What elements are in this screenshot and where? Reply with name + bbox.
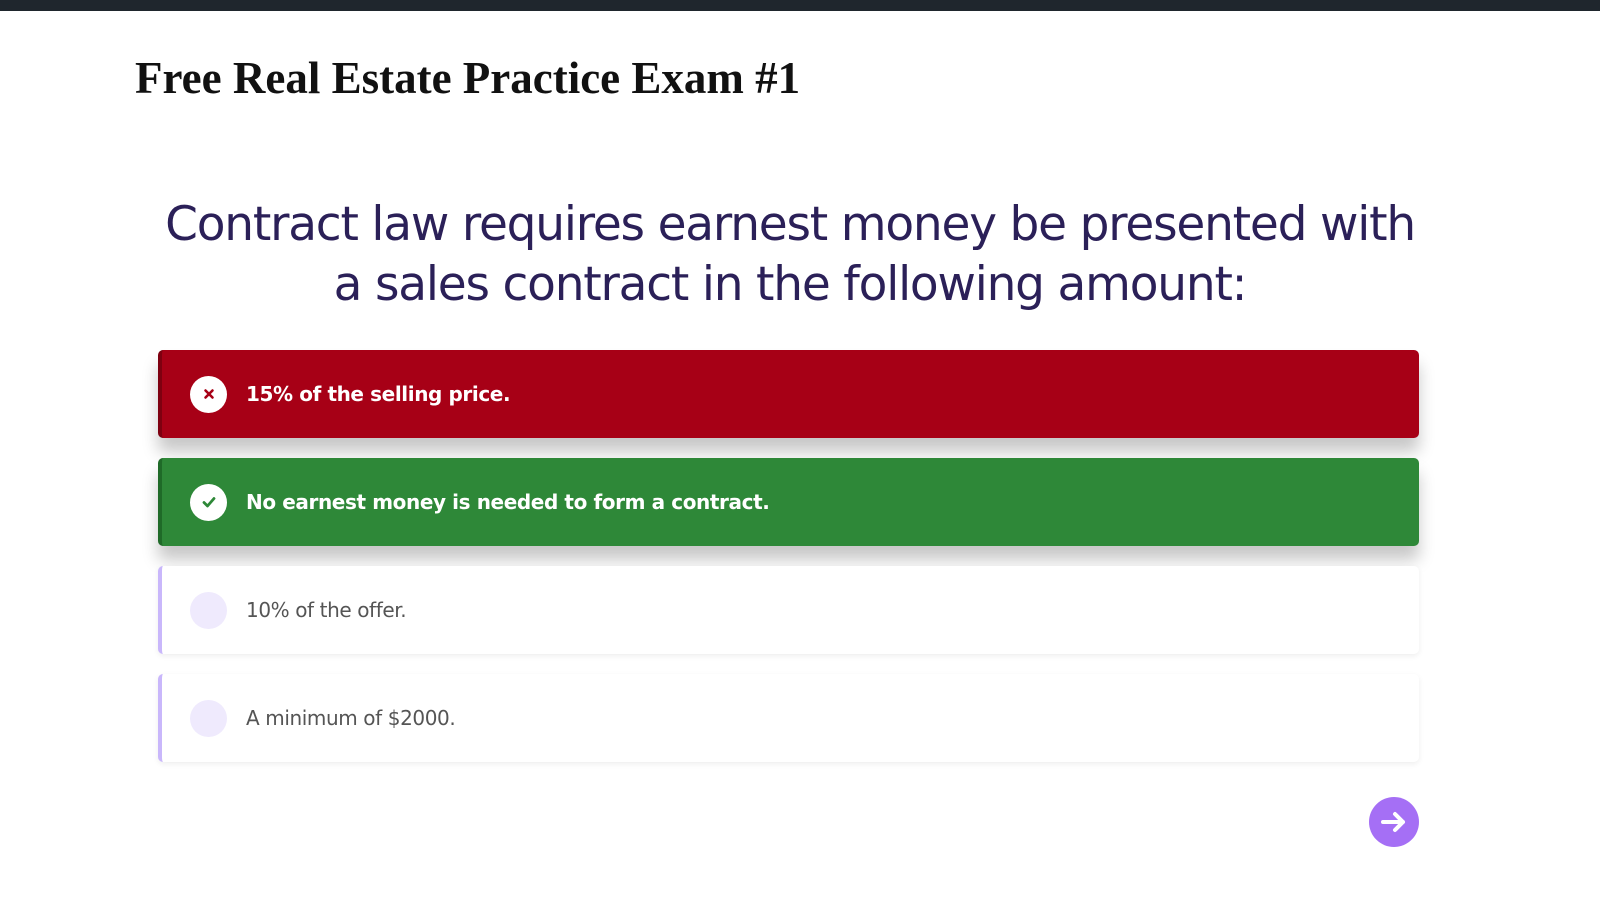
answer-label: 10% of the offer. (246, 598, 407, 622)
next-question-button[interactable] (1369, 797, 1419, 847)
answer-option[interactable]: A minimum of $2000. (158, 674, 1419, 762)
arrow-right-icon (1377, 805, 1411, 839)
close-icon (190, 375, 227, 413)
answer-label: No earnest money is needed to form a con… (246, 490, 770, 514)
question-text: Contract law requires earnest money be p… (165, 197, 1416, 312)
page-title: Free Real Estate Practice Exam #1 (135, 53, 801, 103)
answer-list: 15% of the selling price. No earnest mon… (158, 350, 1419, 782)
radio-empty-icon (190, 591, 227, 629)
radio-empty-icon (190, 699, 227, 737)
check-icon (190, 483, 227, 521)
answer-option[interactable]: 10% of the offer. (158, 566, 1419, 654)
answer-option-correct[interactable]: No earnest money is needed to form a con… (158, 458, 1419, 546)
answer-option-incorrect[interactable]: 15% of the selling price. (158, 350, 1419, 438)
browser-top-bar (0, 0, 1600, 11)
answer-label: 15% of the selling price. (246, 382, 511, 406)
answer-label: A minimum of $2000. (246, 706, 456, 730)
